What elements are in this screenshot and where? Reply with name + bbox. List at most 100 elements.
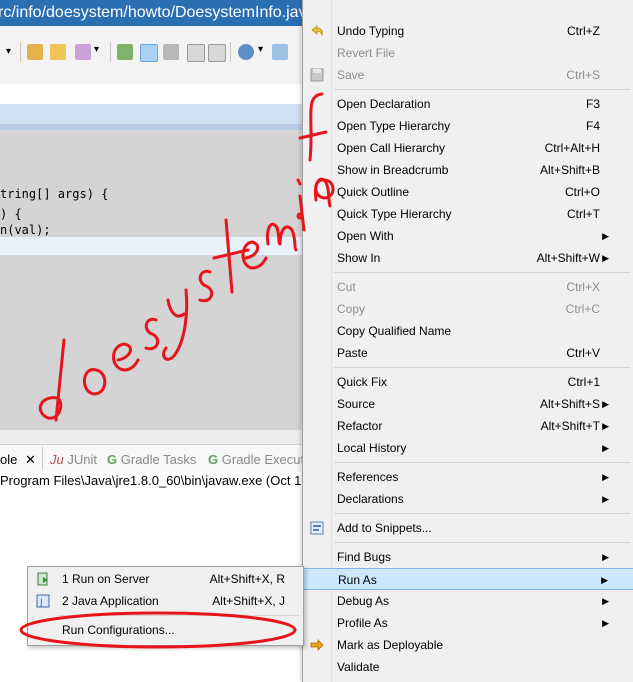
search-icon[interactable] xyxy=(117,44,133,60)
toolbar-separator xyxy=(230,42,231,62)
menu-item-paste[interactable]: Paste Ctrl+V xyxy=(303,342,633,364)
save-icon xyxy=(310,68,324,82)
navigate-icon[interactable] xyxy=(272,44,288,60)
menu-separator xyxy=(334,367,630,368)
menu-item-copy-qualified-name[interactable]: Copy Qualified Name xyxy=(303,320,633,342)
submenu-item-run-on-server[interactable]: 1 Run on Server Alt+Shift+X, R xyxy=(28,568,303,590)
menu-item-label: Quick Outline xyxy=(337,185,410,199)
java-app-icon: J xyxy=(36,594,50,608)
menu-item-shortcut: F3 xyxy=(585,97,600,111)
toggle-block-icon[interactable] xyxy=(163,44,179,60)
tab-divider xyxy=(42,447,43,469)
open-folder-icon[interactable] xyxy=(50,44,66,60)
tab-gradle-executions-label: Gradle Execut xyxy=(221,452,305,467)
menu-item-label: Quick Fix xyxy=(337,375,388,389)
undo-icon xyxy=(311,25,323,37)
menu-item-open-declaration[interactable]: Open Declaration F3 xyxy=(303,93,633,115)
menu-item-revert-file[interactable]: Revert File xyxy=(303,42,633,64)
word-wrap-icon[interactable] xyxy=(187,44,205,62)
menu-item-label: Paste xyxy=(337,346,368,360)
tab-console[interactable]: ole ✕ xyxy=(0,452,36,468)
menu-separator xyxy=(334,272,630,273)
menu-item-references[interactable]: References ▶ xyxy=(303,466,633,488)
snippets-icon xyxy=(310,521,324,535)
gradle-icon: G xyxy=(107,452,118,467)
submenu-item-label: 2 Java Application xyxy=(62,594,159,608)
menu-separator xyxy=(334,542,630,543)
menu-item-mark-as-deployable[interactable]: Mark as Deployable xyxy=(303,634,633,656)
tab-junit[interactable]: Ju JUnit xyxy=(50,452,97,467)
globe-icon[interactable] xyxy=(238,44,254,60)
menu-item-run-as[interactable]: Run As ▶ xyxy=(303,568,633,590)
submenu-arrow-icon: ▶ xyxy=(602,443,609,453)
submenu-item-java-application[interactable]: J 2 Java Application Alt+Shift+X, J xyxy=(28,590,303,612)
dropdown-icon[interactable]: ▾ xyxy=(258,44,266,60)
menu-item-profile-as[interactable]: Profile As ▶ xyxy=(303,612,633,634)
menu-item-label: Find Bugs xyxy=(337,550,392,564)
context-menu: Undo Typing Ctrl+Z Revert File Save Ctrl… xyxy=(302,0,633,682)
menu-item-label: Save xyxy=(337,68,365,82)
submenu-arrow-icon: ▶ xyxy=(602,253,609,263)
menu-item-show-in[interactable]: Show In Alt+Shift+W ▶ xyxy=(303,247,633,269)
menu-item-quick-type-hierarchy[interactable]: Quick Type Hierarchy Ctrl+T xyxy=(303,203,633,225)
menu-item-label: Debug As xyxy=(337,594,390,608)
menu-item-shortcut: Ctrl+S xyxy=(566,68,600,82)
submenu-arrow-icon: ▶ xyxy=(602,399,609,409)
menu-item-shortcut: Alt+Shift+B xyxy=(539,163,600,177)
menu-item-shortcut: Ctrl+O xyxy=(564,185,600,199)
menu-item-refactor[interactable]: Refactor Alt+Shift+T ▶ xyxy=(303,415,633,437)
menu-item-copy[interactable]: Copy Ctrl+C xyxy=(303,298,633,320)
submenu-arrow-icon: ▶ xyxy=(602,421,609,431)
menu-item-local-history[interactable]: Local History ▶ xyxy=(303,437,633,459)
run-as-submenu: 1 Run on Server Alt+Shift+X, R J 2 Java … xyxy=(27,566,304,646)
code-line: n(val); xyxy=(0,223,51,237)
menu-item-cut[interactable]: Cut Ctrl+X xyxy=(303,276,633,298)
code-line: tring[] args) { xyxy=(0,187,109,201)
menu-item-find-bugs[interactable]: Find Bugs ▶ xyxy=(303,546,633,568)
menu-item-shortcut: F4 xyxy=(585,119,600,133)
menu-item-shortcut: Ctrl+1 xyxy=(567,375,600,389)
open-type-icon[interactable] xyxy=(75,44,91,60)
submenu-arrow-icon: ▶ xyxy=(602,596,609,606)
menu-item-label: Quick Type Hierarchy xyxy=(337,207,452,221)
close-icon[interactable]: ✕ xyxy=(25,452,36,467)
svg-text:J: J xyxy=(39,598,43,608)
new-package-icon[interactable] xyxy=(27,44,43,60)
menu-item-label: Refactor xyxy=(337,419,383,433)
submenu-arrow-icon: ▶ xyxy=(602,231,609,241)
menu-item-label: Run As xyxy=(338,573,377,587)
tab-gradle-tasks[interactable]: G Gradle Tasks xyxy=(107,452,196,467)
menu-item-source[interactable]: Source Alt+Shift+S ▶ xyxy=(303,393,633,415)
mark-occurrences-icon[interactable] xyxy=(140,44,158,62)
menu-item-label: Open With xyxy=(337,229,394,243)
menu-separator xyxy=(334,513,630,514)
server-icon xyxy=(37,572,48,586)
menu-item-shortcut: Ctrl+X xyxy=(566,280,600,294)
submenu-item-shortcut: Alt+Shift+X, J xyxy=(212,594,285,608)
menu-item-show-in-breadcrumb[interactable]: Show in Breadcrumb Alt+Shift+B xyxy=(303,159,633,181)
menu-item-label: Add to Snippets... xyxy=(337,521,432,535)
menu-item-add-to-snippets[interactable]: Add to Snippets... xyxy=(303,517,633,539)
menu-item-label: Profile As xyxy=(337,616,388,630)
menu-item-open-type-hierarchy[interactable]: Open Type Hierarchy F4 xyxy=(303,115,633,137)
tab-gradle-executions[interactable]: G Gradle Execut xyxy=(208,452,304,467)
tab-console-label: ole xyxy=(0,452,18,467)
dropdown-icon[interactable]: ▾ xyxy=(6,46,14,57)
menu-item-label: Copy xyxy=(337,302,366,316)
menu-item-open-call-hierarchy[interactable]: Open Call Hierarchy Ctrl+Alt+H xyxy=(303,137,633,159)
submenu-item-run-configurations[interactable]: Run Configurations... xyxy=(28,619,303,641)
menu-item-quick-outline[interactable]: Quick Outline Ctrl+O xyxy=(303,181,633,203)
show-whitespace-icon[interactable] xyxy=(208,44,226,62)
dropdown-icon[interactable]: ▾ xyxy=(94,44,102,60)
menu-item-undo-typing[interactable]: Undo Typing Ctrl+Z xyxy=(303,20,633,42)
menu-item-save[interactable]: Save Ctrl+S xyxy=(303,64,633,86)
menu-item-declarations[interactable]: Declarations ▶ xyxy=(303,488,633,510)
tab-junit-label: JUnit xyxy=(67,452,97,467)
code-line: ) { xyxy=(0,207,22,221)
menu-item-open-with[interactable]: Open With ▶ xyxy=(303,225,633,247)
menu-item-validate[interactable]: Validate xyxy=(303,656,633,678)
menu-item-label: References xyxy=(337,470,399,484)
menu-item-quick-fix[interactable]: Quick Fix Ctrl+1 xyxy=(303,371,633,393)
menu-item-debug-as[interactable]: Debug As ▶ xyxy=(303,590,633,612)
submenu-item-label: 1 Run on Server xyxy=(62,572,150,586)
